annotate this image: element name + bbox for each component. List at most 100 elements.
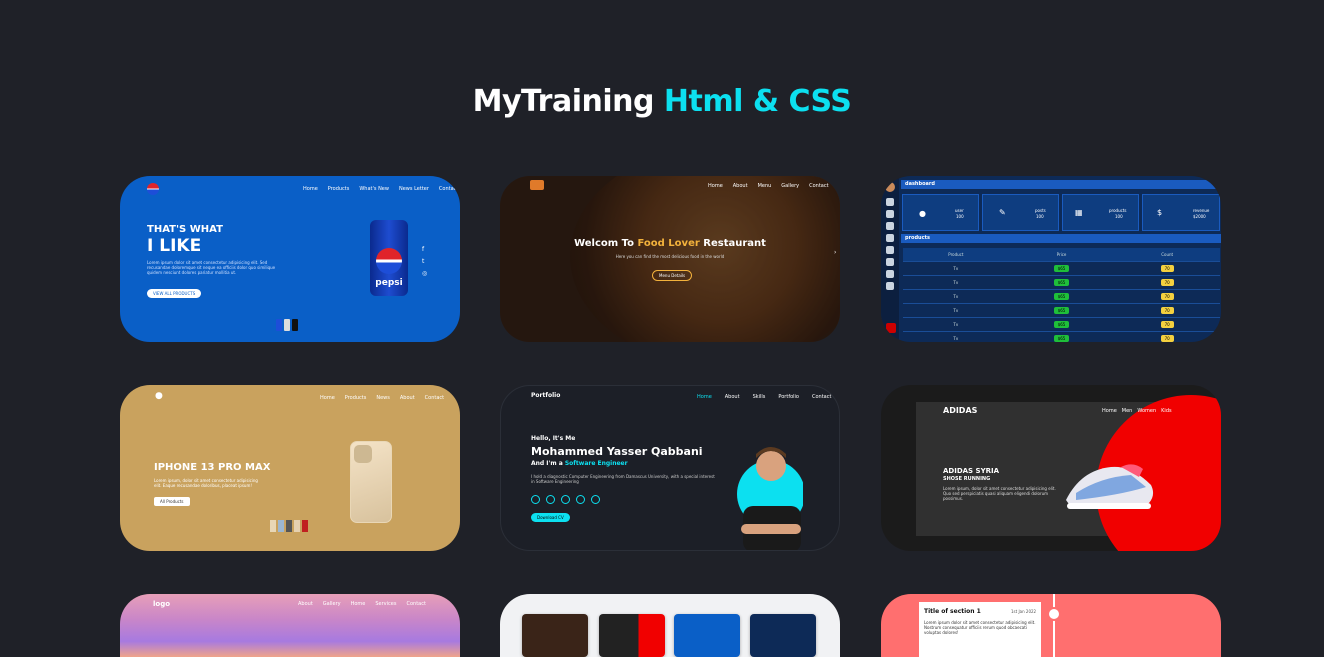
nav-item: Services <box>375 601 397 607</box>
can-thumb <box>292 319 298 331</box>
column-header: Product <box>948 252 964 257</box>
project-card-dashboard[interactable]: dashboard ● user 100 ✎ posts 100 ▦ produ… <box>881 176 1221 342</box>
nav-item: Products <box>344 395 367 401</box>
stat-value: 100 <box>1115 214 1123 219</box>
pepsi-can-thumbs <box>276 319 298 331</box>
dollar-icon: $ <box>1157 208 1163 217</box>
project-card-restaurant[interactable]: Home About Menu Gallery Contact Welcom T… <box>500 176 840 342</box>
nav-item: What's New <box>359 186 389 192</box>
table-row: Tv $65 70 <box>903 304 1220 318</box>
star-icon <box>886 270 894 278</box>
pepsi-heading-big: I LIKE <box>147 236 202 256</box>
home-icon <box>886 198 894 206</box>
stat-value: 100 <box>1036 214 1044 219</box>
linkedin-icon <box>561 495 570 504</box>
project-card-gallery[interactable] <box>500 594 840 657</box>
project-card-iphone[interactable]: ● Home Products News About Contact IPHON… <box>120 385 460 551</box>
restaurant-menu-button: Menu Details <box>652 270 693 281</box>
nav-item: About <box>724 394 740 400</box>
adidas-paragraph: Lorem ipsum, dolor sit amet consectetur … <box>943 486 1056 501</box>
products-table: Product Price Count Tv $65 70 Tv $65 70 Tv $6… <box>903 248 1220 342</box>
timeline-entry: Title of section 1 1st Jan 2022 Lorem ip… <box>919 602 1041 657</box>
youtube-icon <box>576 495 585 504</box>
portfolio-paragraph: I hold a diagnostic Computer Engineering… <box>531 474 715 484</box>
nav-item: News <box>376 395 390 401</box>
stat-value: $2000 <box>1193 214 1206 219</box>
price-badge: $65 <box>1053 293 1070 300</box>
nav-item: About <box>298 601 313 607</box>
price-badge: $65 <box>1053 307 1070 314</box>
camera-icon <box>354 445 372 463</box>
stat-card-posts: ✎ posts 100 <box>982 194 1059 231</box>
iphone-all-products-button: All Products <box>154 497 190 506</box>
dashboard-header: dashboard <box>901 180 1221 189</box>
pepsi-can-image: pepsi <box>370 220 408 296</box>
heading-pre: Welcom To <box>574 238 635 249</box>
dashboard-sidebar <box>881 176 899 342</box>
avatar <box>885 182 895 192</box>
can-thumb <box>276 319 282 331</box>
nav-item: Gallery <box>322 601 341 607</box>
portfolio-role: And I'm a Software Engineer <box>531 460 628 467</box>
nav-item: Contact <box>438 186 459 192</box>
nav-item: Home <box>1102 408 1117 414</box>
pencil-icon: ✎ <box>999 208 1006 217</box>
project-card-adidas[interactable]: ADIDAS Home Men Women Kids ADIDAS SYRIA … <box>881 385 1221 551</box>
project-card-gradient[interactable]: logo About Gallery Home Services Contact <box>120 594 460 657</box>
portrait-image <box>737 447 803 550</box>
nav-item: Home <box>320 395 335 401</box>
nav-item: Kids <box>1161 408 1172 414</box>
iphone-nav: Home Products News About Contact <box>320 395 444 401</box>
user-icon: ● <box>919 209 926 218</box>
product-cell: Tv <box>953 336 959 341</box>
entry-date: 1st Jan 2022 <box>1011 609 1037 614</box>
pepsi-nav: Home Products What's New News Letter Con… <box>303 186 458 192</box>
nav-item: Contact <box>424 395 445 401</box>
product-cell: Tv <box>953 294 959 299</box>
price-badge: $65 <box>1053 321 1070 328</box>
pepsi-view-products-button: VIEW ALL PRODUCTS <box>147 289 202 298</box>
stat-card-users: ● user 100 <box>902 194 979 231</box>
count-badge: 70 <box>1160 321 1174 328</box>
overlay <box>500 176 840 342</box>
thumb-restaurant <box>522 614 588 657</box>
table-row: Tv $65 70 <box>903 290 1220 304</box>
users-icon <box>886 210 894 218</box>
table-icon <box>886 222 894 230</box>
color-thumb <box>302 520 308 532</box>
stat-label: user <box>955 208 964 213</box>
products-header: products <box>901 234 1221 243</box>
edit-icon <box>886 258 894 266</box>
product-cell: Tv <box>953 322 959 327</box>
nav-item: Contact <box>809 183 829 189</box>
project-card-portfolio[interactable]: Portfolio Home About Skills Portfolio Co… <box>500 385 840 551</box>
column-header: Price <box>1056 252 1067 257</box>
column-header: Count <box>1161 252 1174 257</box>
nav-item: Contact <box>406 601 426 607</box>
grid-icon: ▦ <box>1075 208 1083 217</box>
gear-icon <box>886 282 894 290</box>
logout-icon <box>886 323 896 333</box>
count-badge: 70 <box>1160 293 1174 300</box>
nav-item: Skills <box>752 394 766 400</box>
pepsi-logo-icon <box>147 183 159 195</box>
nav-item: Products <box>327 186 350 192</box>
github-icon <box>591 495 600 504</box>
table-row: Tv $65 70 <box>903 262 1220 276</box>
stat-label: revenue <box>1193 208 1210 213</box>
iphone-color-thumbs <box>270 520 308 532</box>
download-cv-button: Download CV <box>531 513 570 522</box>
adidas-nav: Home Men Women Kids <box>1102 408 1172 414</box>
site-logo: logo <box>153 600 171 608</box>
count-badge: 70 <box>1160 307 1174 314</box>
page-title: MyTraining Html & CSS <box>0 84 1324 119</box>
color-thumb <box>278 520 284 532</box>
timeline-line <box>1053 594 1055 657</box>
thumb-adidas <box>599 614 665 657</box>
count-badge: 70 <box>1160 335 1174 342</box>
project-card-pepsi[interactable]: Home Products What's New News Letter Con… <box>120 176 460 342</box>
restaurant-heading: Welcom To Food Lover Restaurant <box>500 238 840 249</box>
price-badge: $65 <box>1053 335 1070 342</box>
project-card-timeline[interactable]: Title of section 1 1st Jan 2022 Lorem ip… <box>881 594 1221 657</box>
table-header-row: Product Price Count <box>903 248 1220 262</box>
